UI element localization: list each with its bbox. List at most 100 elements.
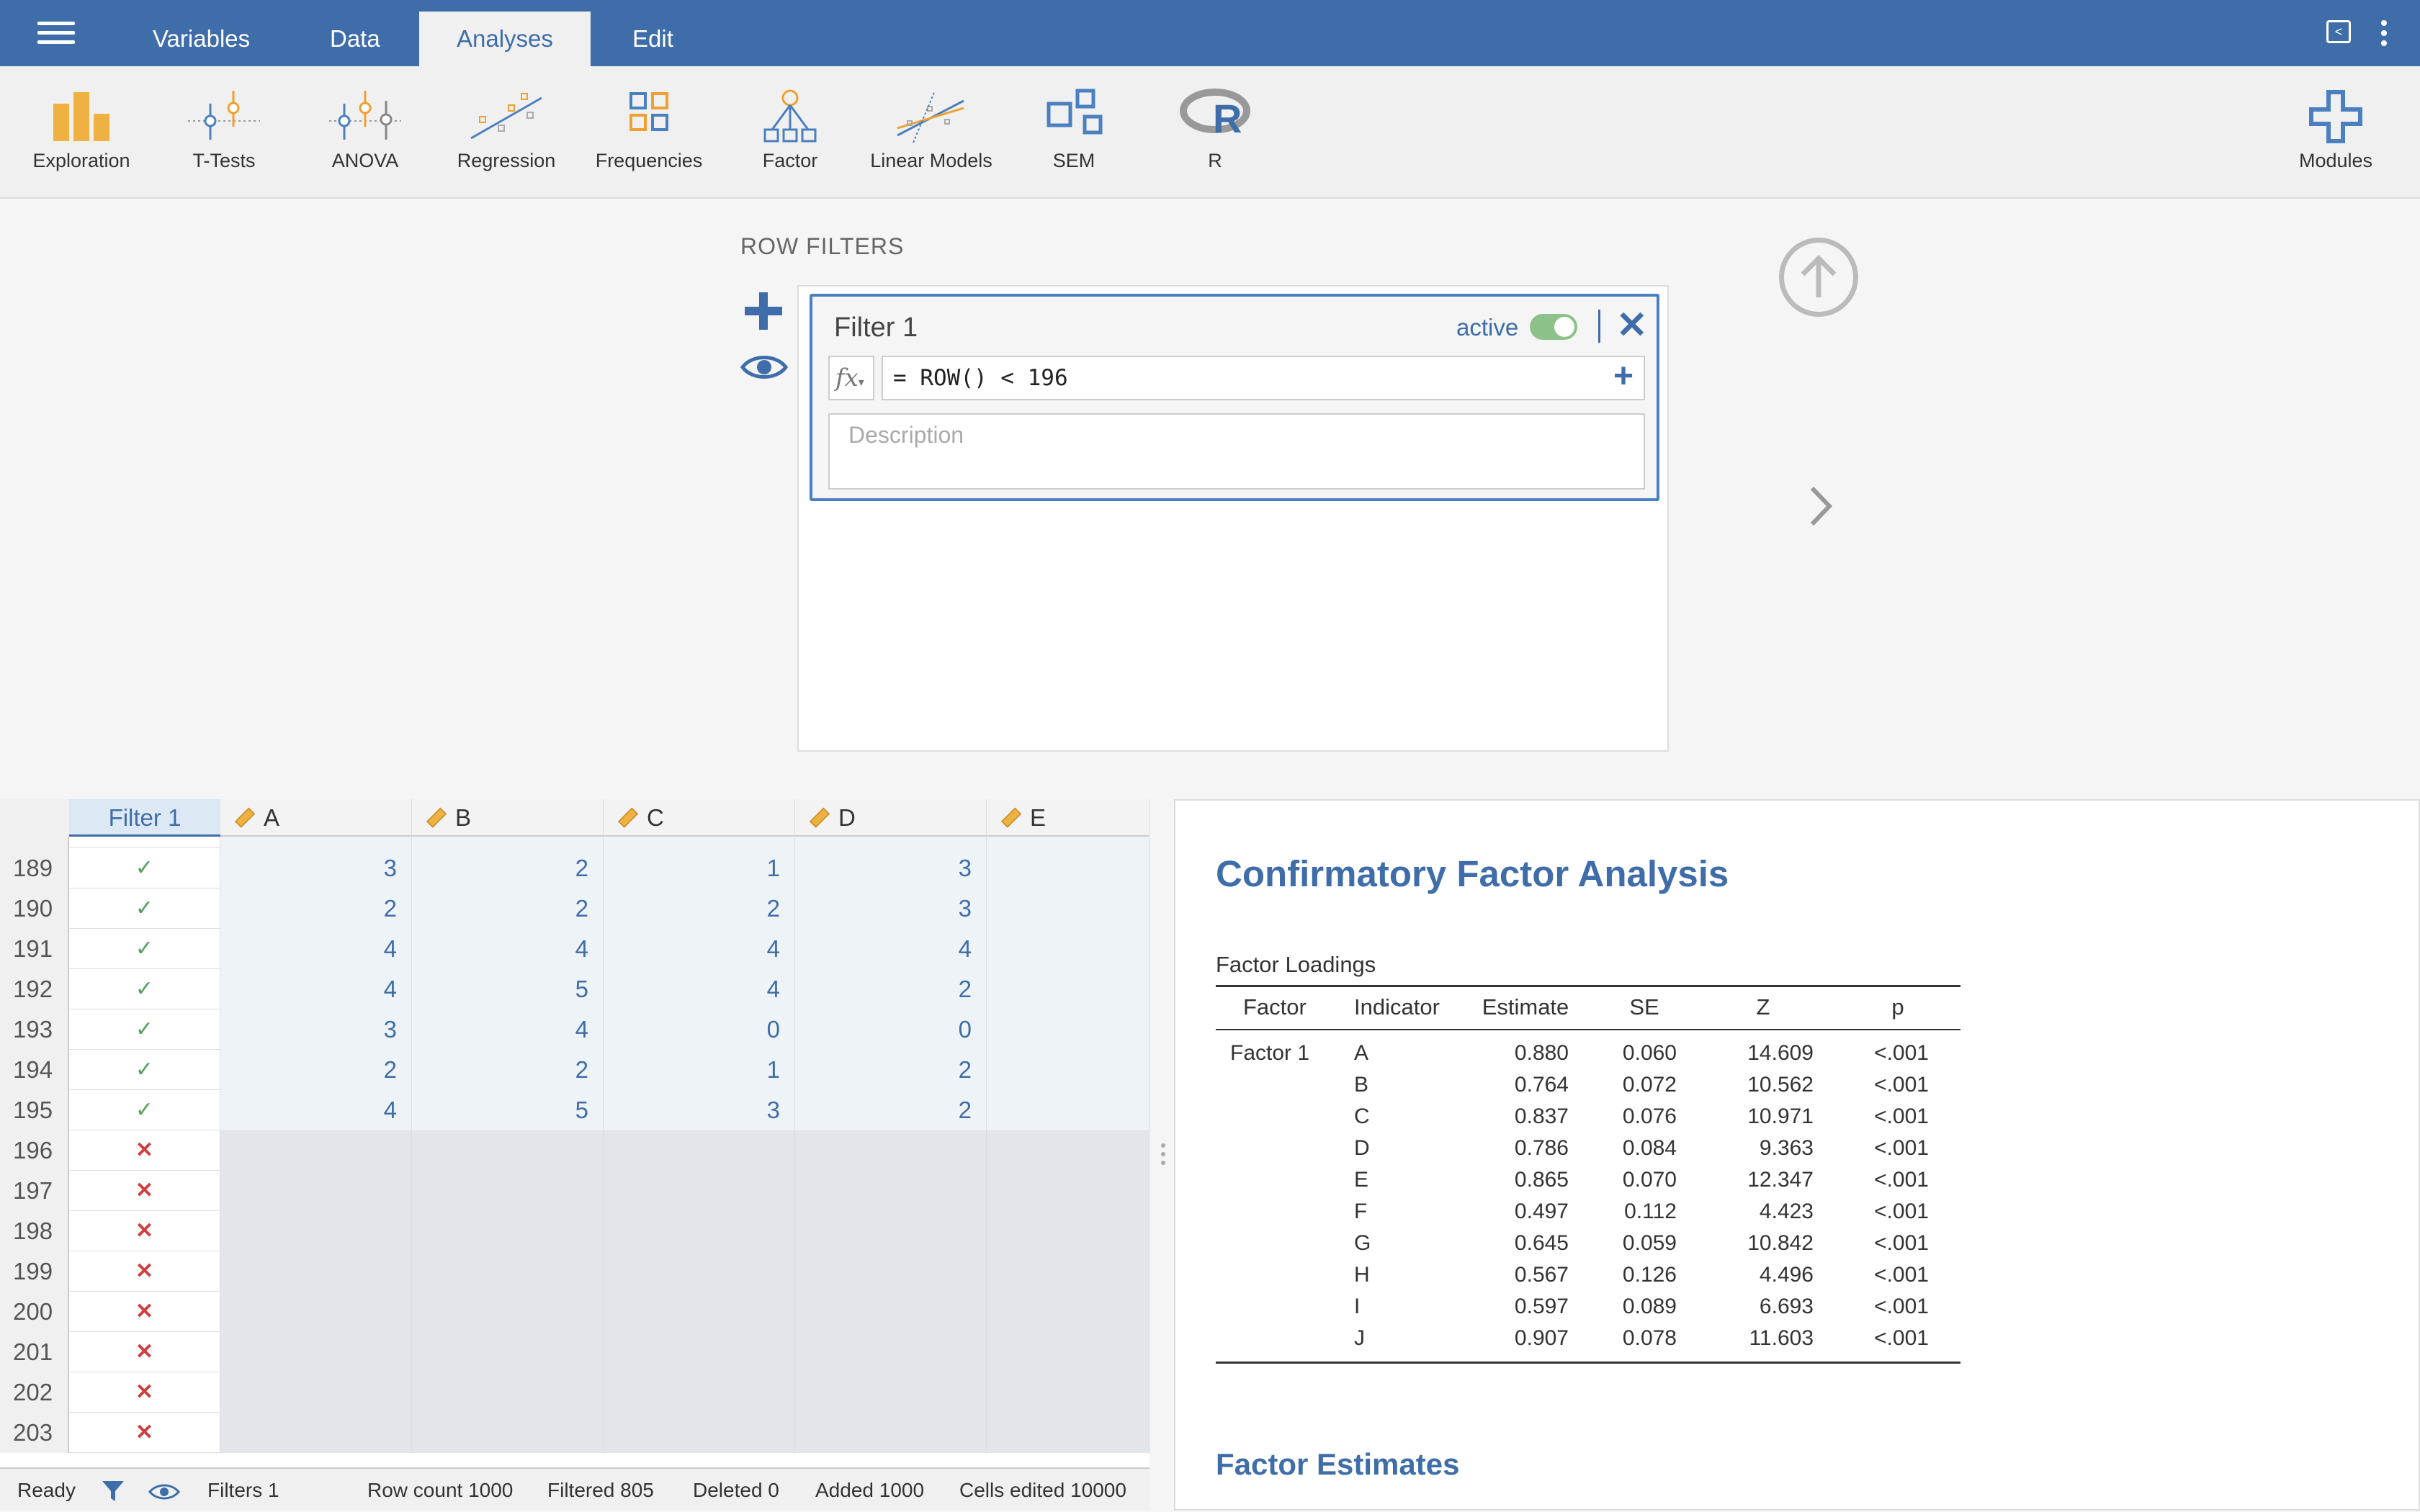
cell-b[interactable]: 5 [412,1090,604,1130]
active-toggle[interactable] [1530,314,1577,340]
t-tests-button[interactable]: T-Tests [156,88,292,181]
row-number[interactable]: 200 [0,1292,69,1332]
cell-e[interactable] [987,888,1150,929]
row-number[interactable]: 190 [0,888,69,929]
cell-e[interactable] [987,1090,1150,1130]
cell-b[interactable] [412,1332,604,1372]
column-header-filter-1[interactable]: Filter 1 [69,799,220,837]
cell-d[interactable]: 4 [795,929,987,969]
cell-e[interactable] [987,1413,1150,1453]
column-header-a[interactable]: A [220,799,412,837]
frequencies-button[interactable]: Frequencies [581,88,717,181]
tab-analyses[interactable]: Analyses [419,12,591,66]
cell-c[interactable] [604,1211,795,1251]
row-number[interactable]: 203 [0,1413,69,1453]
filter-description-input[interactable]: Description [828,413,1645,490]
add-filter-plus-icon[interactable] [742,289,785,333]
cell-c[interactable]: 3 [604,1090,795,1130]
modules-button[interactable]: Modules [2267,88,2404,181]
cell-b[interactable] [412,1130,604,1171]
cell-b[interactable] [412,1251,604,1292]
cell-c[interactable] [604,1292,795,1332]
cell-a[interactable] [220,1130,412,1171]
cell-d[interactable]: 2 [795,969,987,1009]
column-header-e[interactable]: E [987,799,1150,837]
collapse-up-arrow-icon[interactable] [1779,238,1858,317]
row-number[interactable]: 192 [0,969,69,1009]
show-filters-eye-icon[interactable] [740,351,788,383]
cell-b[interactable]: 4 [412,1009,604,1050]
cell-c[interactable] [604,1372,795,1413]
anova-button[interactable]: ANOVA [297,88,434,181]
cell-d[interactable] [795,1292,987,1332]
row-number[interactable]: 199 [0,1251,69,1292]
more-options-icon[interactable] [2380,20,2388,49]
cell-a[interactable]: 4 [220,1090,412,1130]
cell-b[interactable] [412,1413,604,1453]
cell-e[interactable] [987,1009,1150,1050]
cell-d[interactable] [795,1332,987,1372]
cell-a[interactable] [220,1251,412,1292]
function-fx-icon[interactable]: fx▾ [828,356,874,400]
cell-a[interactable]: 2 [220,888,412,929]
cell-e[interactable] [987,1050,1150,1090]
cell-d[interactable] [795,1372,987,1413]
cell-d[interactable]: 2 [795,1090,987,1130]
cell-d[interactable] [795,1251,987,1292]
cell-d[interactable]: 0 [795,1009,987,1050]
cell-a[interactable] [220,1332,412,1372]
row-number[interactable]: 196 [0,1130,69,1171]
cell-c[interactable]: 2 [604,888,795,929]
cell-e[interactable] [987,1332,1150,1372]
eye-icon[interactable] [148,1482,180,1502]
cell-d[interactable] [795,1171,987,1211]
regression-button[interactable]: Regression [438,88,575,181]
linear-models-button[interactable]: Linear Models [863,88,1000,181]
r-button[interactable]: R R [1147,88,1283,181]
row-number[interactable]: 193 [0,1009,69,1050]
cell-d[interactable] [795,1413,987,1453]
cell-b[interactable] [412,1211,604,1251]
cell-c[interactable] [604,1332,795,1372]
row-number[interactable]: 197 [0,1171,69,1211]
cell-a[interactable] [220,1171,412,1211]
chevron-right-icon[interactable] [1806,481,1835,531]
add-condition-plus-icon[interactable]: + [1613,357,1634,396]
cell-d[interactable]: 3 [795,888,987,929]
cell-c[interactable]: 0 [604,1009,795,1050]
row-number[interactable]: 194 [0,1050,69,1090]
column-header-c[interactable]: C [604,799,795,837]
cell-a[interactable] [220,1211,412,1251]
cell-b[interactable] [412,1372,604,1413]
cell-e[interactable] [987,1130,1150,1171]
filter-formula-input[interactable]: = ROW() < 196 [882,356,1645,400]
cell-c[interactable] [604,1251,795,1292]
cell-c[interactable]: 1 [604,1050,795,1090]
row-number[interactable]: 195 [0,1090,69,1130]
cell-c[interactable]: 4 [604,929,795,969]
cell-b[interactable] [412,1292,604,1332]
row-number[interactable]: 202 [0,1372,69,1413]
cell-a[interactable]: 4 [220,929,412,969]
cell-c[interactable]: 1 [604,848,795,888]
factor-button[interactable]: Factor [722,88,859,181]
cell-b[interactable]: 5 [412,969,604,1009]
collapse-panel-icon[interactable]: < [2326,20,2351,43]
cell-a[interactable]: 2 [220,1050,412,1090]
cell-a[interactable]: 4 [220,969,412,1009]
cell-a[interactable] [220,1372,412,1413]
cell-e[interactable] [987,1171,1150,1211]
row-number[interactable]: 198 [0,1211,69,1251]
sem-button[interactable]: SEM [1005,88,1142,181]
cell-e[interactable] [987,1292,1150,1332]
cell-b[interactable]: 2 [412,888,604,929]
cell-d[interactable] [795,1130,987,1171]
cell-e[interactable] [987,929,1150,969]
tab-data[interactable]: Data [292,12,418,66]
filter-name[interactable]: Filter 1 [834,312,918,343]
remove-filter-close-icon[interactable]: ✕ [1616,307,1648,344]
cell-b[interactable] [412,1171,604,1211]
tab-variables[interactable]: Variables [115,12,287,66]
cell-e[interactable] [987,1251,1150,1292]
cell-e[interactable] [987,969,1150,1009]
